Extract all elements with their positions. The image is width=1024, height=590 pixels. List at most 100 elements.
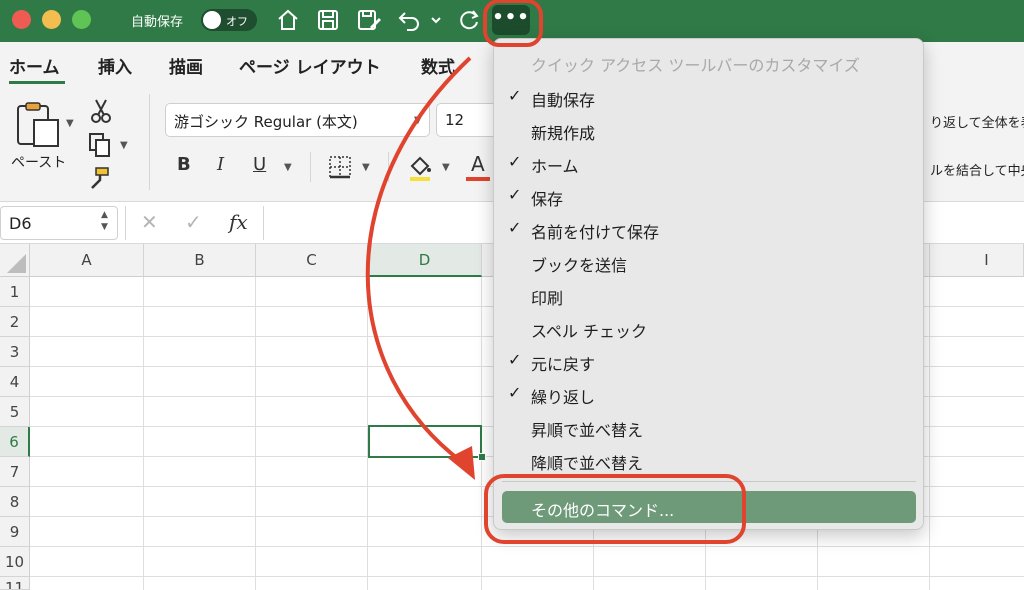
tab-insert[interactable]: 挿入 [98,53,132,78]
font-color-button[interactable]: A [465,152,491,182]
undo-dropdown[interactable] [429,7,443,33]
menu-item-label: 元に戻す [531,355,596,374]
formula-separator [263,206,264,240]
column-header-d[interactable]: D [368,244,482,277]
menu-item-label: 自動保存 [531,91,596,110]
autosave-toggle[interactable]: オフ [201,9,257,31]
bold-button[interactable]: B [177,154,191,175]
redo-icon [460,10,479,30]
cut-button[interactable] [90,98,112,124]
copy-button[interactable] [88,132,112,158]
borders-dropdown-icon[interactable]: ▼ [362,162,370,173]
row-header-11[interactable]: 11 [0,577,30,590]
home-icon [278,9,298,30]
save-button[interactable] [315,7,341,33]
confirm-icon[interactable]: ✓ [185,210,202,234]
row-header-10[interactable]: 10 [0,547,30,577]
menu-header: クイック アクセス ツールバーのカスタマイズ [531,56,860,75]
toggle-knob [203,11,221,29]
save-as-icon [358,10,381,30]
menu-item-sort-ascending[interactable]: 昇順で並べ替え [502,412,916,442]
menu-item-sort-descending[interactable]: 降順で並べ替え [502,445,916,475]
menu-item-redo[interactable]: ✓ 繰り返し [502,379,916,409]
minimize-window-button[interactable] [42,10,61,29]
italic-button[interactable]: I [217,154,224,175]
home-button[interactable] [275,7,301,33]
menu-item-print[interactable]: 印刷 [502,280,916,310]
tab-home[interactable]: ホーム [9,53,60,78]
gridline [255,277,256,590]
fill-color-button[interactable] [406,152,434,182]
column-header-c[interactable]: C [256,244,368,277]
autosave-label: 自動保存 [131,15,184,30]
tab-draw[interactable]: 描画 [169,53,203,78]
active-tab-indicator [9,81,65,84]
stepper-icon[interactable]: ▲ ▼ [101,209,108,233]
formula-separator [125,206,126,240]
paste-button[interactable] [14,102,64,148]
gridline [929,277,930,590]
column-header-i[interactable]: I [930,244,1024,277]
undo-button[interactable] [397,7,423,33]
row-header-9[interactable]: 9 [0,517,30,547]
menu-item-label: 保存 [531,190,564,209]
title-bar: 自動保存 オフ ••• [0,0,1024,42]
menu-item-label: 新規作成 [531,124,596,143]
menu-item-label: 印刷 [531,289,564,308]
zoom-window-button[interactable] [72,10,91,29]
row-header-2[interactable]: 2 [0,307,30,337]
menu-item-home[interactable]: ✓ ホーム [502,148,916,178]
format-painter-button[interactable] [88,164,112,190]
row-header-8[interactable]: 8 [0,487,30,517]
fill-handle[interactable] [478,453,486,461]
row-header-3[interactable]: 3 [0,337,30,367]
menu-item-more-commands[interactable]: その他のコマンド... [502,491,916,523]
active-cell-d6[interactable] [368,425,482,458]
menu-item-spell-check[interactable]: スペル チェック [502,313,916,343]
select-all-icon [7,254,26,273]
column-header-b[interactable]: B [144,244,256,277]
underline-button[interactable]: U [253,154,266,175]
row-header-7[interactable]: 7 [0,457,30,487]
font-color-swatch [466,177,490,181]
menu-item-send-workbook[interactable]: ブックを送信 [502,247,916,277]
row-header-1[interactable]: 1 [0,277,30,307]
more-options-button[interactable]: ••• [492,5,530,35]
merge-center-button[interactable]: ルを結合して中央 [930,160,1024,179]
redo-button[interactable] [456,7,482,33]
quick-access-customize-menu: クイック アクセス ツールバーのカスタマイズ ✓ 自動保存 新規作成 ✓ ホーム… [493,38,924,530]
select-all-button[interactable] [0,244,30,277]
row-header-4[interactable]: 4 [0,367,30,397]
checkmark-icon: ✓ [508,383,522,402]
copy-dropdown-icon[interactable]: ▼ [120,140,128,151]
column-header-a[interactable]: A [30,244,144,277]
name-box[interactable]: D6 ▲ ▼ [0,206,118,240]
tab-page-layout[interactable]: ページ レイアウト [239,53,381,78]
menu-item-label: その他のコマンド... [531,501,675,520]
name-box-value: D6 [9,214,32,233]
paste-dropdown-icon[interactable]: ▼ [66,118,74,129]
menu-item-save[interactable]: ✓ 保存 [502,181,916,211]
gridline [30,576,1024,577]
menu-item-label: ブックを送信 [531,256,628,275]
row-header-6[interactable]: 6 [0,427,30,457]
menu-item-label: 繰り返し [531,388,596,407]
menu-item-new[interactable]: 新規作成 [502,115,916,145]
menu-item-undo[interactable]: ✓ 元に戻す [502,346,916,376]
menu-item-save-as[interactable]: ✓ 名前を付けて保存 [502,214,916,244]
gridline [143,277,144,590]
underline-dropdown-icon[interactable]: ▼ [284,162,292,173]
scissors-icon [91,99,111,123]
menu-item-autosave[interactable]: ✓ 自動保存 [502,82,916,112]
save-as-button[interactable] [356,7,382,33]
fill-color-dropdown-icon[interactable]: ▼ [442,162,450,173]
borders-button[interactable] [327,154,353,180]
font-name-select[interactable]: 游ゴシック Regular (本文) ▼ [165,103,430,137]
row-header-5[interactable]: 5 [0,397,30,427]
cancel-icon[interactable]: ✕ [141,210,158,234]
tab-formulas[interactable]: 数式 [421,53,455,78]
copy-icon [89,133,110,157]
wrap-text-button[interactable]: り返して全体を表 [930,112,1024,131]
insert-function-button[interactable]: fx [229,210,248,234]
close-window-button[interactable] [12,10,31,29]
